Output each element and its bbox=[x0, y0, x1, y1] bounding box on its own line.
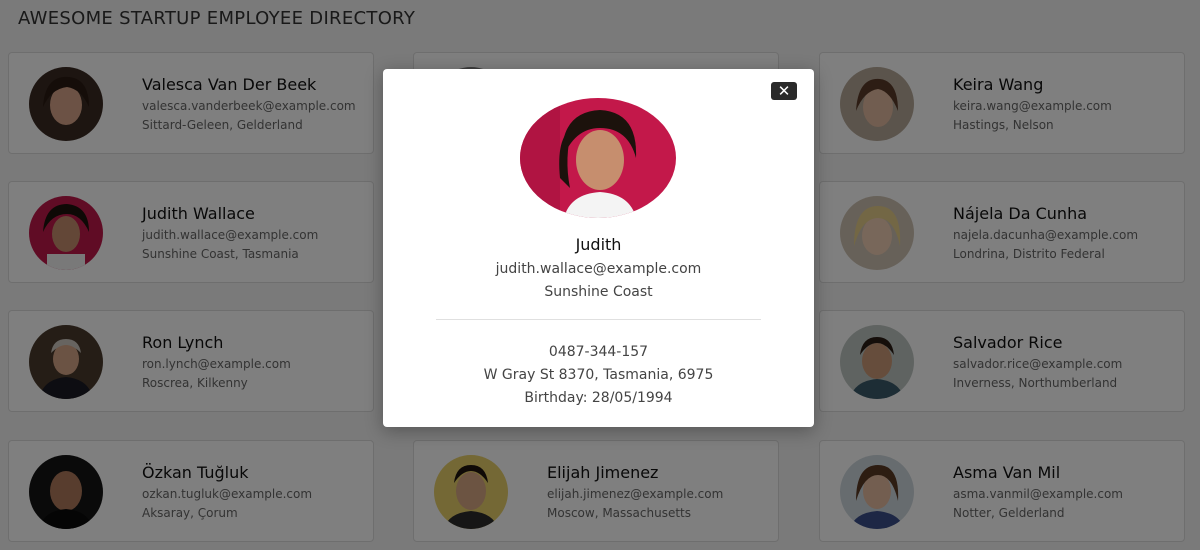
employee-detail-modal: ✕ Judith judith.wallace@example.com Suns… bbox=[383, 69, 814, 427]
modal-employee-birthday: Birthday: 28/05/1994 bbox=[524, 390, 673, 406]
modal-avatar bbox=[520, 98, 676, 218]
modal-employee-phone: 0487-344-157 bbox=[548, 344, 649, 360]
modal-employee-name: Judith bbox=[575, 235, 622, 254]
modal-employee-address: W Gray St 8370, Tasmania, 6975 bbox=[483, 367, 714, 383]
modal-employee-email: judith.wallace@example.com bbox=[495, 261, 702, 277]
modal-employee-city: Sunshine Coast bbox=[544, 284, 653, 300]
close-button[interactable]: ✕ bbox=[771, 82, 797, 100]
modal-divider bbox=[436, 319, 761, 320]
